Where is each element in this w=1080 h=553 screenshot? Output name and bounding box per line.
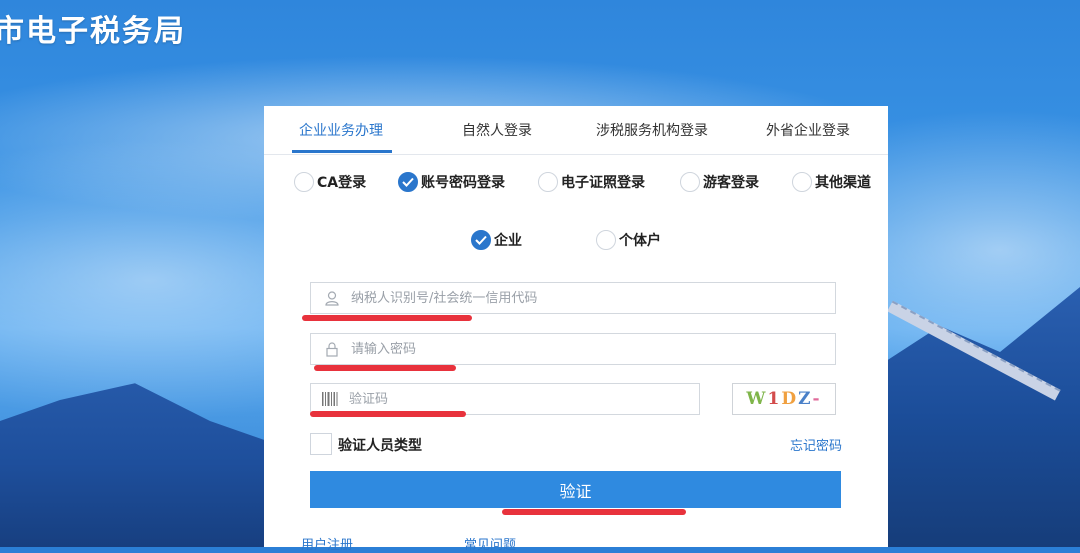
login-method-group: CA登录 账号密码登录 电子证照登录 游客登录 其他渠道 [264, 172, 888, 198]
taxpayer-type-group: 企业 个体户 [264, 230, 888, 256]
captcha-char: D [781, 389, 799, 409]
captcha-char: 1 [767, 389, 782, 409]
radio-enterprise[interactable]: 企业 [471, 230, 522, 250]
radio-e-license-login[interactable]: 电子证照登录 [538, 172, 645, 192]
radio-label: 游客登录 [703, 175, 759, 191]
faq-link[interactable]: 常见问题 [464, 534, 516, 553]
active-tab-indicator [292, 150, 392, 153]
radio-label: CA登录 [317, 175, 367, 191]
radio-label: 电子证照登录 [561, 175, 645, 191]
captcha-char: W [746, 389, 768, 409]
radio-circle-icon [538, 172, 558, 192]
password-field[interactable] [310, 333, 836, 365]
radio-ca-login[interactable]: CA登录 [294, 172, 366, 192]
radio-guest-login[interactable]: 游客登录 [680, 172, 759, 192]
radio-label: 企业 [494, 233, 522, 249]
login-tabs: 企业业务办理 自然人登录 涉税服务机构登录 外省企业登录 [264, 106, 888, 155]
radio-checked-icon [398, 172, 418, 192]
verify-type-label: 验证人员类型 [338, 438, 422, 454]
radio-password-login[interactable]: 账号密码登录 [398, 172, 505, 192]
verify-type-checkbox[interactable] [310, 433, 332, 455]
radio-circle-icon [294, 172, 314, 192]
annotation-underline [310, 411, 466, 417]
register-link[interactable]: 用户注册 [301, 534, 353, 553]
radio-label: 个体户 [619, 233, 661, 249]
annotation-underline [302, 315, 472, 321]
forgot-password-link[interactable]: 忘记密码 [790, 435, 842, 454]
barcode-icon [321, 390, 339, 408]
lock-icon [323, 340, 341, 358]
tab-tax-agency[interactable]: 涉税服务机构登录 [596, 120, 708, 140]
radio-checked-icon [471, 230, 491, 250]
radio-individual-business[interactable]: 个体户 [596, 230, 661, 250]
tab-enterprise[interactable]: 企业业务办理 [299, 120, 383, 140]
captcha-char: Z [798, 389, 813, 409]
radio-label: 其他渠道 [815, 175, 871, 191]
user-icon [323, 289, 341, 307]
taxid-field[interactable] [310, 282, 836, 314]
captcha-input[interactable] [347, 384, 699, 414]
radio-circle-icon [792, 172, 812, 192]
site-title: 市电子税务局 [0, 14, 186, 49]
radio-circle-icon [680, 172, 700, 192]
captcha-char: - [812, 389, 822, 409]
login-panel: 企业业务办理 自然人登录 涉税服务机构登录 外省企业登录 CA登录 账号密码登录… [264, 106, 888, 553]
verify-button[interactable]: 验证 [310, 471, 841, 508]
radio-label: 账号密码登录 [421, 175, 505, 191]
annotation-underline [314, 365, 456, 371]
tab-natural-person[interactable]: 自然人登录 [462, 120, 532, 140]
taxid-input[interactable] [349, 283, 835, 313]
annotation-underline [502, 509, 686, 515]
radio-circle-icon [596, 230, 616, 250]
tab-other-province[interactable]: 外省企业登录 [766, 120, 850, 140]
password-input[interactable] [349, 334, 835, 364]
captcha-image[interactable]: W 1 D Z - [732, 383, 836, 415]
radio-other-channel[interactable]: 其他渠道 [792, 172, 871, 192]
